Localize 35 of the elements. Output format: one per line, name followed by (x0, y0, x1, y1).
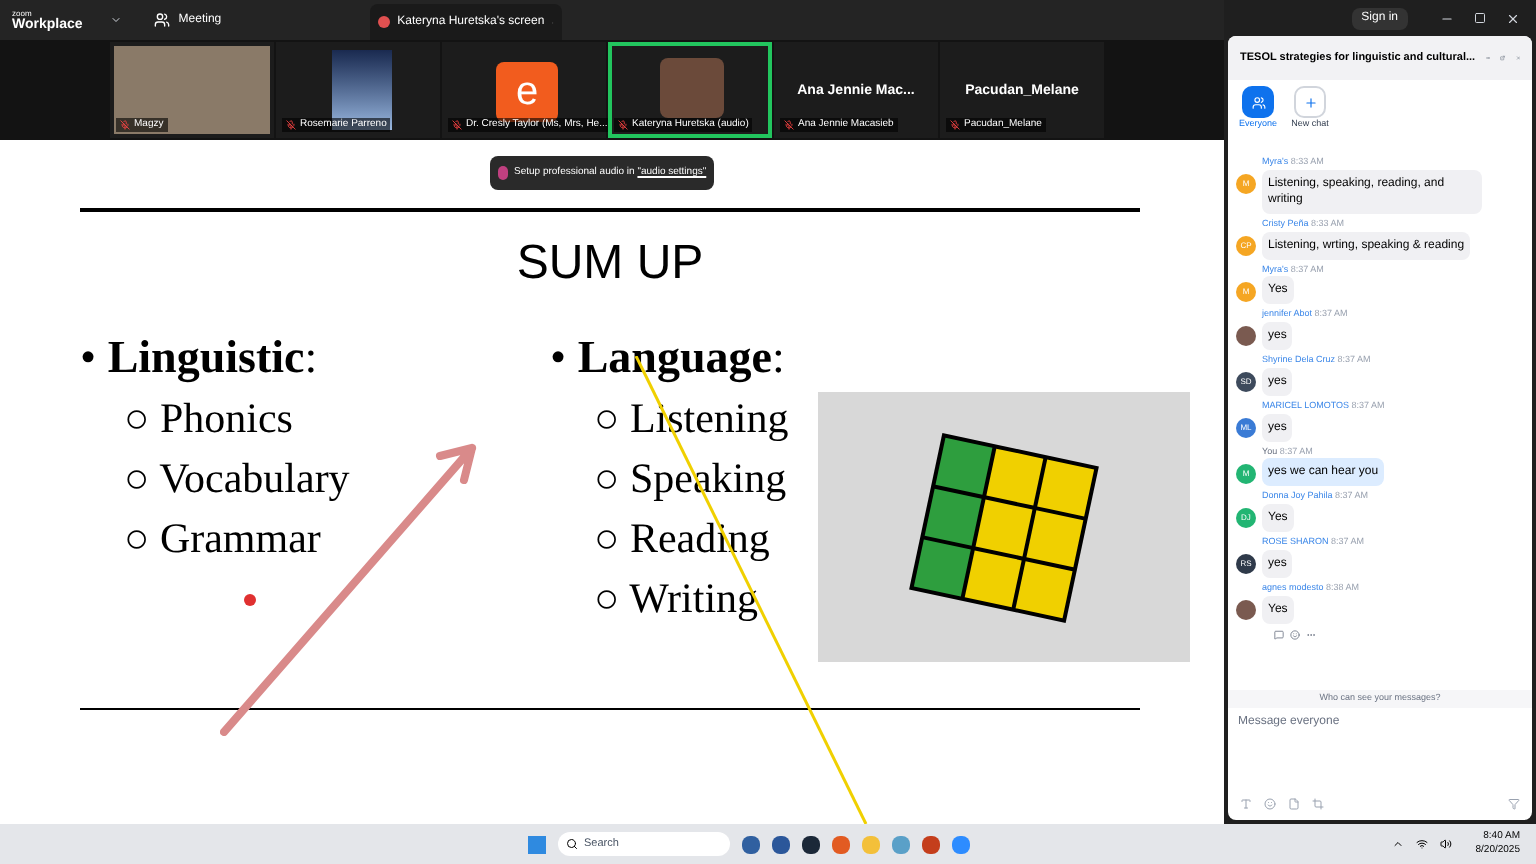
muted-mic-icon (286, 119, 296, 130)
sub-bullet: ○ Grammar (122, 512, 323, 566)
muted-mic-icon (452, 119, 462, 130)
sub-bullet: ○ Phonics (122, 392, 295, 446)
close-icon[interactable] (1506, 11, 1520, 25)
avatar-photo (1236, 599, 1256, 620)
chevron-down-icon[interactable] (110, 14, 123, 26)
format-icon[interactable] (1240, 798, 1252, 810)
wifi-icon[interactable] (1415, 838, 1428, 850)
chevron-up-icon[interactable] (1391, 838, 1404, 850)
muted-mic-icon (784, 119, 794, 130)
muted-mic-icon (120, 119, 130, 130)
reply-icon[interactable] (1274, 629, 1284, 639)
plus-icon (1303, 95, 1317, 109)
muted-mic-icon (950, 119, 960, 130)
emoji-icon[interactable] (1264, 798, 1276, 810)
people-icon (154, 12, 171, 28)
screenshot-icon[interactable] (1312, 798, 1324, 810)
sub-bullet: ○ Vocabulary (122, 452, 352, 506)
share-icon (377, 16, 390, 28)
slide-title: SUM UP (514, 240, 706, 288)
windows-icon[interactable] (528, 835, 546, 853)
sub-bullet: ○ Writing (592, 572, 761, 626)
file-icon[interactable] (1288, 798, 1300, 810)
avatar-photo (1236, 326, 1256, 347)
audio-icon (498, 166, 508, 180)
profile-picture (660, 58, 724, 118)
people-icon (1251, 95, 1265, 109)
emoji-icon[interactable] (1290, 629, 1300, 639)
bullet-heading: • Language: (550, 330, 787, 387)
volume-icon[interactable] (1439, 838, 1452, 850)
muted-mic-icon (618, 119, 628, 130)
bullet-heading: • Linguistic: (80, 330, 320, 387)
restore-icon[interactable] (1474, 12, 1486, 24)
search-icon (566, 838, 578, 850)
